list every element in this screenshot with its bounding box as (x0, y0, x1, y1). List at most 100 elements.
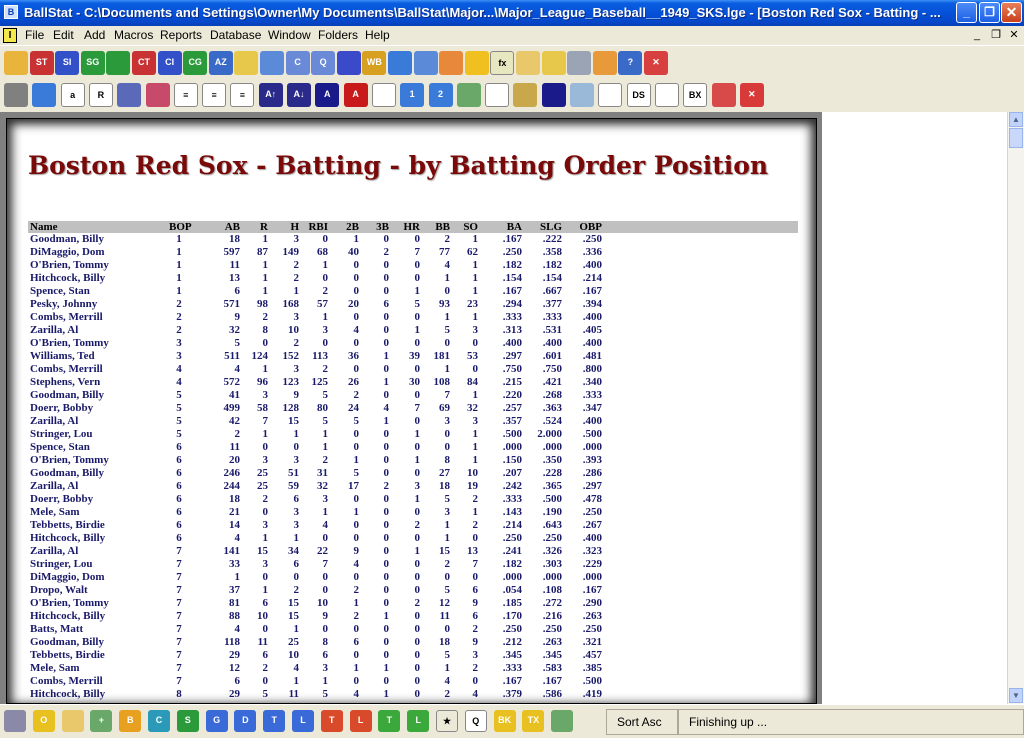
ds-icon[interactable]: DS (626, 83, 651, 107)
cell-obp: .167 (582, 584, 602, 596)
menu-folders[interactable]: Folders (318, 28, 358, 42)
page-icon[interactable] (371, 83, 396, 107)
menu-file[interactable]: File (25, 28, 44, 42)
scroll-thumb[interactable] (1009, 128, 1023, 148)
ct-icon[interactable]: CT (132, 51, 156, 75)
cell-bb: 15 (439, 545, 450, 557)
mdi-minimize-button[interactable]: _ (970, 29, 984, 42)
cell-bb: 77 (439, 246, 450, 258)
clipboard-icon[interactable] (516, 51, 540, 75)
scroll-down-arrow-icon[interactable]: ▼ (1009, 688, 1023, 703)
red-a-icon[interactable]: A (343, 83, 368, 107)
image-icon[interactable] (551, 710, 574, 732)
sort-az-icon[interactable]: AZ (208, 51, 233, 75)
star-red-icon[interactable]: ★ (436, 710, 458, 732)
tx-icon[interactable]: TX (522, 710, 545, 732)
pencil-icon[interactable] (592, 51, 617, 75)
mdi-document-icon[interactable]: I (3, 28, 17, 43)
align-center-icon[interactable]: ≡ (202, 83, 227, 107)
open-folder-icon[interactable] (4, 51, 28, 75)
folder-blue-icon[interactable] (260, 51, 284, 75)
bar-doc-icon[interactable] (598, 83, 623, 107)
l-red-icon[interactable]: L (349, 710, 372, 732)
add-doc-icon[interactable]: + (90, 710, 113, 732)
s-icon[interactable]: S (176, 710, 199, 732)
star-icon[interactable] (464, 51, 489, 75)
font-r-icon[interactable]: R (88, 83, 113, 107)
save-all-icon[interactable] (145, 83, 170, 107)
document-icon[interactable] (485, 83, 510, 107)
grid-icon[interactable] (567, 51, 592, 75)
cell-bb: 0 (444, 571, 451, 583)
menu-macros[interactable]: Macros (114, 28, 153, 42)
columns-icon[interactable] (654, 83, 679, 107)
menu-window[interactable]: Window (268, 28, 311, 42)
cell-2b: 9 (353, 545, 360, 557)
stop-icon[interactable]: ✕ (739, 83, 764, 107)
folder-icon[interactable] (541, 51, 566, 75)
vertical-scrollbar[interactable]: ▲ ▼ (1007, 112, 1024, 704)
export-icon[interactable] (413, 51, 438, 75)
align-right-icon[interactable]: ≡ (230, 83, 255, 107)
q-icon[interactable]: Q (464, 710, 487, 732)
balloon-2-icon[interactable]: 2 (428, 83, 453, 107)
menu-add[interactable]: Add (84, 28, 105, 42)
scroll-up-arrow-icon[interactable]: ▲ (1009, 112, 1023, 127)
minimize-button[interactable]: _ (956, 2, 977, 23)
sg-icon[interactable]: SG (80, 51, 105, 75)
o-icon[interactable]: O (32, 710, 55, 732)
c-window-icon[interactable]: C (285, 51, 310, 75)
bold-a-icon[interactable]: A (315, 83, 340, 107)
green-doc-icon[interactable] (106, 51, 131, 75)
ball-icon[interactable] (541, 83, 566, 107)
menu-edit[interactable]: Edit (53, 28, 74, 42)
bx-icon[interactable]: BX (683, 83, 708, 107)
delete-x-icon[interactable]: ✕ (644, 51, 668, 75)
balloon-1-icon[interactable]: 1 (400, 83, 425, 107)
print-icon[interactable] (4, 83, 28, 107)
tools-icon[interactable] (513, 83, 538, 107)
expand-icon[interactable] (439, 51, 464, 75)
wb-icon[interactable]: WB (362, 51, 387, 75)
t-red-icon[interactable]: T (320, 710, 343, 732)
gear-icon[interactable] (336, 51, 361, 75)
web-icon[interactable] (32, 83, 57, 107)
edit-pencil-icon[interactable] (4, 710, 26, 732)
d-icon[interactable]: D (234, 710, 257, 732)
st-icon[interactable]: ST (29, 51, 54, 75)
l-green-icon[interactable]: L (407, 710, 430, 732)
menu-reports[interactable]: Reports (160, 28, 202, 42)
g-icon[interactable]: G (205, 710, 228, 732)
ci-icon[interactable]: CI (157, 51, 182, 75)
mdi-restore-button[interactable]: ❐ (989, 29, 1003, 42)
t-blue-icon[interactable]: T (263, 710, 286, 732)
si-icon[interactable]: SI (55, 51, 80, 75)
cg-icon[interactable]: CG (183, 51, 208, 75)
b-icon[interactable]: B (119, 710, 142, 732)
menu-database[interactable]: Database (210, 28, 261, 42)
align-left-icon[interactable]: ≡ (173, 83, 198, 107)
red-folder-icon[interactable] (711, 83, 736, 107)
help-icon[interactable]: ? (618, 51, 643, 75)
magnifier-icon[interactable] (570, 83, 594, 107)
notepad-icon[interactable] (61, 710, 84, 732)
c-icon[interactable]: C (148, 710, 170, 732)
maximize-button[interactable]: ❐ (979, 2, 1000, 23)
globe-icon[interactable] (388, 51, 412, 75)
font-shrink-icon[interactable]: A↓ (287, 83, 311, 107)
bk-icon[interactable]: BK (493, 710, 516, 732)
mdi-close-button[interactable]: ✕ (1007, 29, 1021, 42)
save-icon[interactable] (117, 83, 142, 107)
fx-icon[interactable]: fx (490, 51, 515, 75)
l-blue-icon[interactable]: L (292, 710, 314, 732)
cell-2b: 24 (348, 402, 359, 414)
font-a-icon[interactable]: a (60, 83, 85, 107)
menu-help[interactable]: Help (365, 28, 390, 42)
app-icon[interactable]: B (4, 5, 18, 19)
close-button[interactable]: ✕ (1001, 2, 1022, 23)
t-green-icon[interactable]: T (378, 710, 401, 732)
q-window-icon[interactable]: Q (311, 51, 336, 75)
picture-icon[interactable] (456, 83, 481, 107)
ruler-icon[interactable] (234, 51, 259, 75)
font-grow-icon[interactable]: A↑ (258, 83, 283, 107)
